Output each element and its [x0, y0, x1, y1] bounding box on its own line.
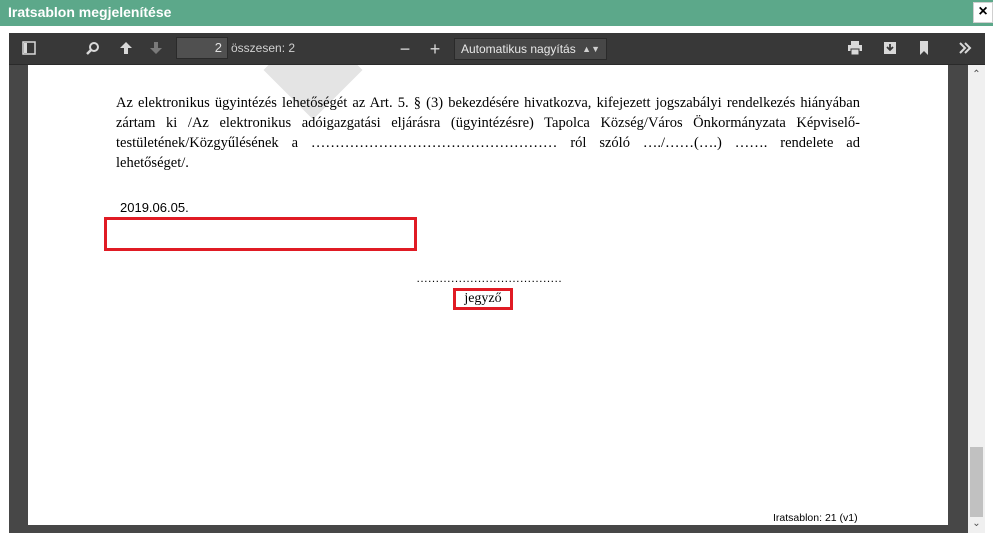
dialog-title-bar: Iratsablon megjelenítése — [0, 0, 993, 26]
signature-line: ……………………………………… — [416, 271, 561, 285]
pdf-viewer: 2 összesen: 2 − + Automatikus nagyítás ▲… — [9, 33, 985, 533]
zoom-out-button[interactable]: − — [395, 39, 415, 59]
viewer-bottom-edge — [9, 525, 968, 533]
zoom-select-value: Automatikus nagyítás — [461, 42, 576, 56]
scrollbar-thumb[interactable] — [970, 447, 983, 517]
document-date: 2019.06.05. — [120, 200, 189, 215]
print-icon[interactable] — [845, 39, 865, 59]
pdf-page: Az elektronikus ügyintézés lehetőségét a… — [28, 65, 948, 525]
scroll-down-icon[interactable]: ⌄ — [968, 516, 985, 532]
vertical-scrollbar[interactable]: ⌃ ⌄ — [968, 65, 985, 533]
pdf-toolbar: 2 összesen: 2 − + Automatikus nagyítás ▲… — [9, 33, 985, 65]
bookmark-icon[interactable] — [914, 39, 934, 59]
close-button[interactable]: × — [973, 2, 993, 23]
signature-label: jegyző — [453, 288, 513, 310]
tools-icon[interactable] — [955, 39, 975, 59]
download-icon[interactable] — [880, 39, 900, 59]
page-number-input[interactable]: 2 — [176, 37, 228, 59]
highlight-box — [104, 217, 417, 251]
select-arrows-icon: ▲▼ — [582, 44, 600, 54]
page-total-label: összesen: 2 — [231, 41, 296, 55]
document-paragraph: Az elektronikus ügyintézés lehetőségét a… — [116, 95, 860, 171]
dialog-title: Iratsablon megjelenítése — [8, 4, 172, 20]
next-page-icon[interactable] — [146, 39, 166, 59]
sidebar-toggle-icon[interactable] — [19, 39, 39, 59]
template-footer: Iratsablon: 21 (v1) — [773, 512, 858, 524]
zoom-select[interactable]: Automatikus nagyítás ▲▼ — [454, 38, 607, 60]
scroll-up-icon[interactable]: ⌃ — [968, 67, 985, 83]
previous-page-icon[interactable] — [116, 39, 136, 59]
zoom-in-button[interactable]: + — [425, 39, 445, 59]
search-icon[interactable] — [83, 39, 103, 59]
